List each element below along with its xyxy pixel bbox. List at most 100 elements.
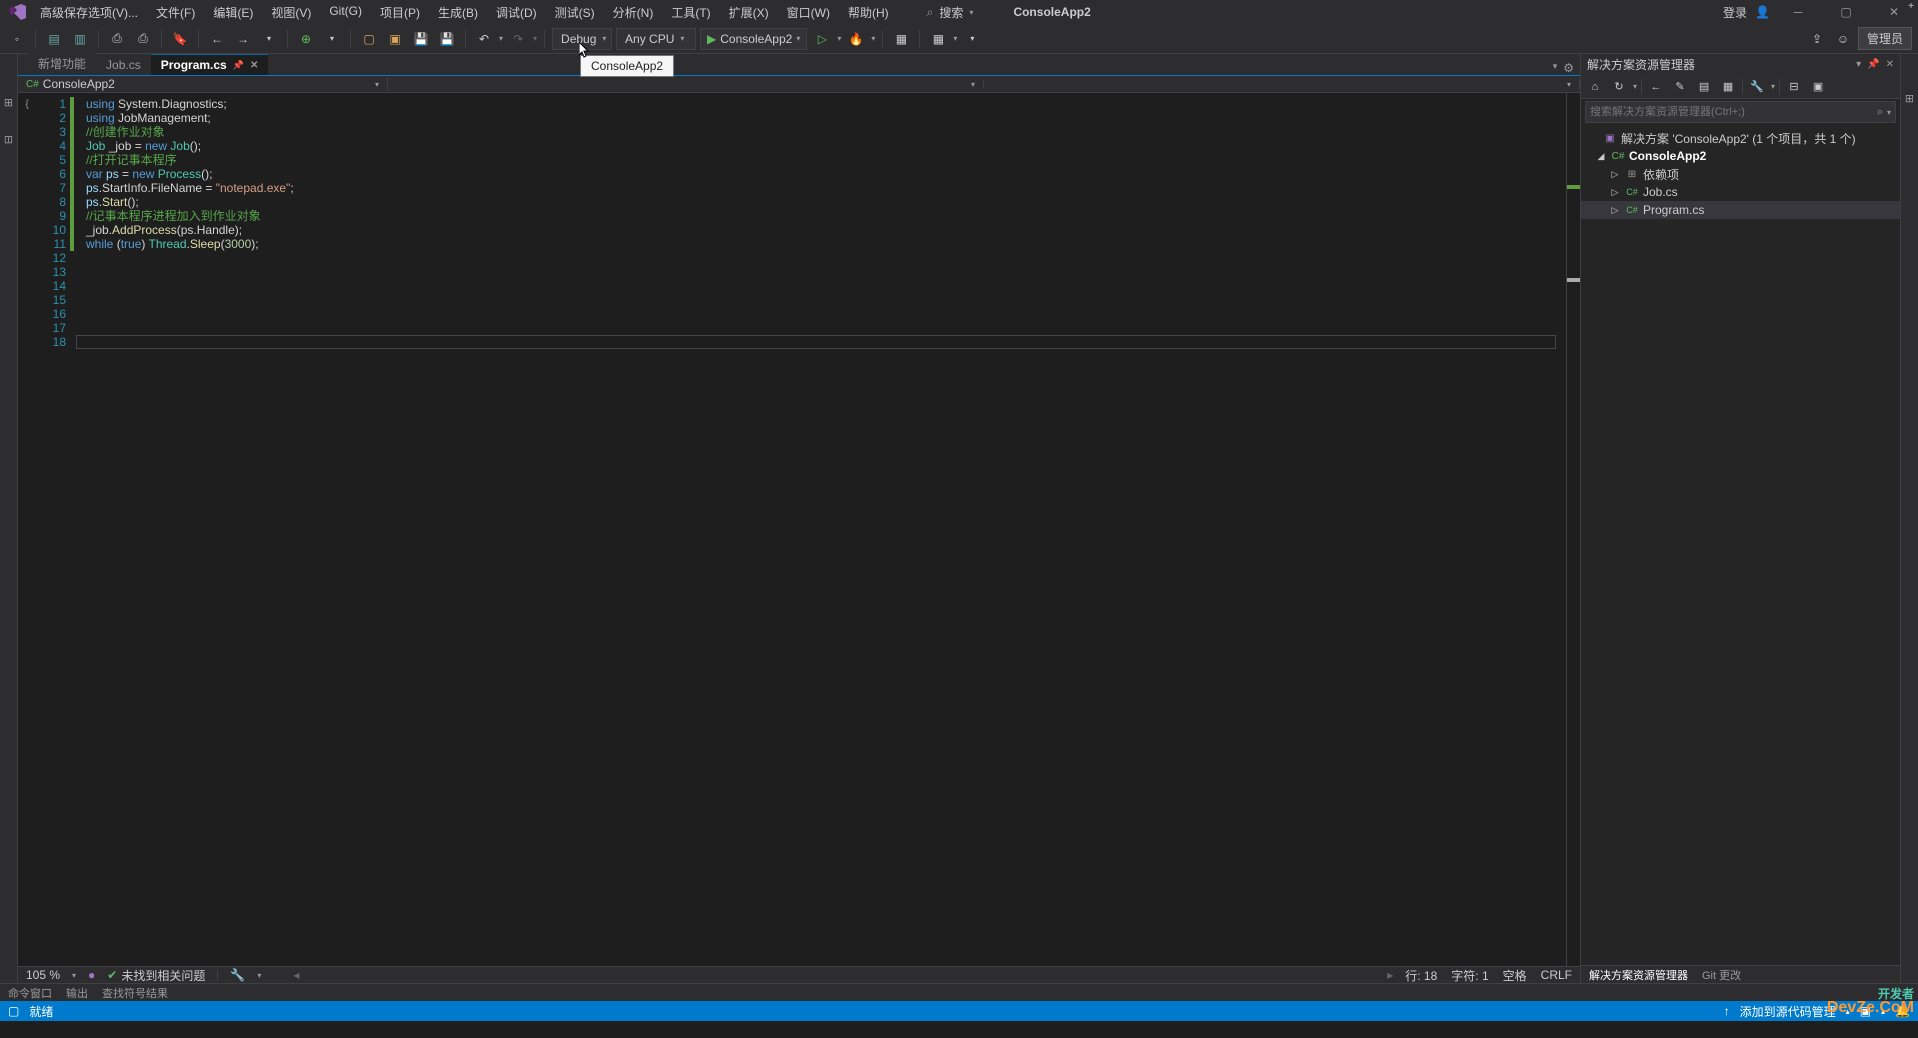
tab-dropdown-icon[interactable]: ▾ [1553, 61, 1558, 75]
nav-back-icon[interactable]: ← [206, 28, 228, 50]
menu-item[interactable]: 测试(S) [547, 2, 603, 23]
tab-new-feature[interactable]: 新增功能 [28, 51, 96, 75]
folder-open-icon[interactable]: ▣ [384, 28, 406, 50]
screwdriver-icon[interactable]: 🔧 [230, 968, 245, 982]
menu-item[interactable]: 调试(D) [488, 2, 545, 23]
minimize-button[interactable]: ─ [1778, 0, 1818, 24]
overflow-icon[interactable]: ▾ [961, 28, 983, 50]
add-source-control-button[interactable]: 添加到源代码管理 [1740, 1003, 1836, 1020]
panel-pin-icon[interactable]: 📌 [1867, 59, 1879, 70]
collapse-icon[interactable]: ⊟ [1784, 77, 1804, 97]
tab-job[interactable]: Job.cs [96, 54, 151, 75]
view-icon[interactable]: ▣ [1808, 77, 1828, 97]
panel-close-icon[interactable]: ✕ [1886, 59, 1894, 70]
sync-icon[interactable]: ↻ [1609, 77, 1629, 97]
open-file-icon[interactable]: ▥ [69, 28, 91, 50]
menu-item[interactable]: 编辑(E) [205, 2, 261, 23]
menu-item[interactable]: 窗口(W) [779, 2, 838, 23]
tab-program[interactable]: Program.cs 📌 ✕ [151, 54, 269, 75]
menu-item[interactable]: 生成(B) [430, 2, 486, 23]
nav-dropdown-icon[interactable]: ▾ [258, 28, 280, 50]
properties-icon[interactable]: 🔧 [1747, 77, 1767, 97]
layout-icon[interactable]: ▦ [927, 28, 949, 50]
arrow-right-icon[interactable]: ▸ [1387, 968, 1393, 982]
start-no-debug-icon[interactable]: ▷ [811, 28, 833, 50]
menu-item[interactable]: 分析(N) [605, 2, 662, 23]
spaces-indicator[interactable]: 空格 [1503, 967, 1527, 984]
menu-item[interactable]: 文件(F) [148, 2, 203, 23]
job-file-node[interactable]: ▷ C# Job.cs [1581, 183, 1900, 201]
lint-status[interactable]: ✔ 未找到相关问题 [107, 967, 205, 984]
zoom-dropdown-icon[interactable]: ▾ [72, 971, 76, 980]
new-project-icon[interactable]: ▤ [43, 28, 65, 50]
menu-item[interactable]: 高级保存选项(V)... [32, 2, 146, 23]
solution-explorer-tab[interactable]: 解决方案资源管理器 [1589, 967, 1688, 983]
panel-dropdown-icon[interactable]: ▾ [1856, 59, 1861, 70]
program-file-node[interactable]: ▷ C# Program.cs [1581, 201, 1900, 219]
add-dropdown-icon[interactable]: ▾ [321, 28, 343, 50]
redo-icon[interactable]: ↷ [507, 28, 529, 50]
pen-icon[interactable]: ✎ [1670, 77, 1690, 97]
expand-icon[interactable]: ◢ [1595, 151, 1607, 162]
git-changes-tab[interactable]: Git 更改 [1702, 967, 1741, 983]
account-icon[interactable]: 👤 [1755, 5, 1770, 19]
menu-item[interactable]: 扩展(X) [721, 2, 777, 23]
start-debug-button[interactable]: ▶ ConsoleApp2 ▾ [700, 28, 807, 50]
solution-root-node[interactable]: ▣ 解决方案 'ConsoleApp2' (1 个项目，共 1 个) [1581, 129, 1900, 147]
scrollbar-minimap[interactable] [1566, 93, 1580, 966]
back-icon[interactable]: ← [1646, 77, 1666, 97]
menu-item[interactable]: 工具(T) [663, 2, 718, 23]
add-item-icon[interactable]: ⊕ [295, 28, 317, 50]
output-tab[interactable]: 输出 [66, 985, 88, 1001]
hot-reload-icon[interactable]: 🔥 [845, 28, 867, 50]
zoom-level[interactable]: 105 % [26, 968, 60, 982]
nav-project-dropdown[interactable]: C# ConsoleApp2 ▾ [18, 77, 388, 91]
nav-type-dropdown[interactable]: ▾ [388, 80, 984, 89]
login-button[interactable]: 登录 [1723, 4, 1747, 21]
platform-dropdown[interactable]: Any CPU▾ [616, 28, 696, 50]
folder-icon[interactable]: ▢ [358, 28, 380, 50]
project-node[interactable]: ◢ C# ConsoleApp2 [1581, 147, 1900, 165]
config-dropdown[interactable]: Debug▾ [552, 28, 612, 50]
nav-member-dropdown[interactable]: ▾ [984, 80, 1580, 89]
search-area[interactable]: ⌕ 搜索 ▾ [927, 4, 974, 21]
browser-icon[interactable]: ▦ [890, 28, 912, 50]
tab-close-icon[interactable]: ✕ [250, 60, 258, 71]
line-indicator[interactable]: 行: 18 [1405, 967, 1437, 984]
menu-item[interactable]: 视图(V) [263, 2, 319, 23]
show-all-icon[interactable]: ▦ [1718, 77, 1738, 97]
maximize-button[interactable]: ▢ [1826, 0, 1866, 24]
menu-item[interactable]: Git(G) [321, 2, 370, 23]
pin-icon[interactable]: 📌 [233, 60, 244, 71]
solution-search-field[interactable] [1590, 106, 1877, 118]
crlf-indicator[interactable]: CRLF [1541, 968, 1572, 982]
solution-search-input[interactable]: ⌕ ▾ [1585, 101, 1896, 123]
arrow-left-icon[interactable]: ◂ [293, 968, 299, 982]
server-explorer-tab[interactable]: ⊞ [1, 94, 16, 111]
bookmark-icon[interactable]: 🔖 [169, 28, 191, 50]
nav-fwd-icon[interactable]: → [232, 28, 254, 50]
back-nav-icon[interactable]: ◦ [6, 28, 28, 50]
toolbox-tab[interactable]: ⊟ [1, 131, 16, 148]
save-icon[interactable]: ⎙ [106, 28, 128, 50]
save-all-icon[interactable]: ⎙ [132, 28, 154, 50]
dependencies-node[interactable]: ▷ ⊞ 依赖项 [1581, 165, 1900, 183]
expand-icon[interactable]: ▷ [1609, 169, 1621, 180]
filter-icon[interactable]: ▤ [1694, 77, 1714, 97]
menu-item[interactable]: 项目(P) [372, 2, 428, 23]
properties-vtab[interactable]: ⊞ [1903, 94, 1916, 103]
output-tab[interactable]: 查找符号结果 [102, 985, 168, 1001]
live-share-icon[interactable]: ⇪ [1806, 28, 1828, 50]
output-tab[interactable]: 命令窗口 [8, 985, 52, 1001]
feedback-icon[interactable]: ☺ [1832, 28, 1854, 50]
code-editor[interactable]: { 123456789101112131415161718 using Syst… [18, 93, 1580, 966]
char-indicator[interactable]: 字符: 1 [1451, 967, 1488, 984]
save-disk-icon[interactable]: 💾 [410, 28, 432, 50]
menu-item[interactable]: 帮助(H) [840, 2, 897, 23]
tab-settings-icon[interactable]: ⚙ [1563, 61, 1574, 75]
home-icon[interactable]: ⌂ [1585, 77, 1605, 97]
save-all-disk-icon[interactable]: 💾 [436, 28, 458, 50]
undo-icon[interactable]: ↶ [473, 28, 495, 50]
split-editor-icon[interactable]: + [1904, 0, 1918, 14]
expand-icon[interactable]: ▷ [1609, 187, 1621, 198]
